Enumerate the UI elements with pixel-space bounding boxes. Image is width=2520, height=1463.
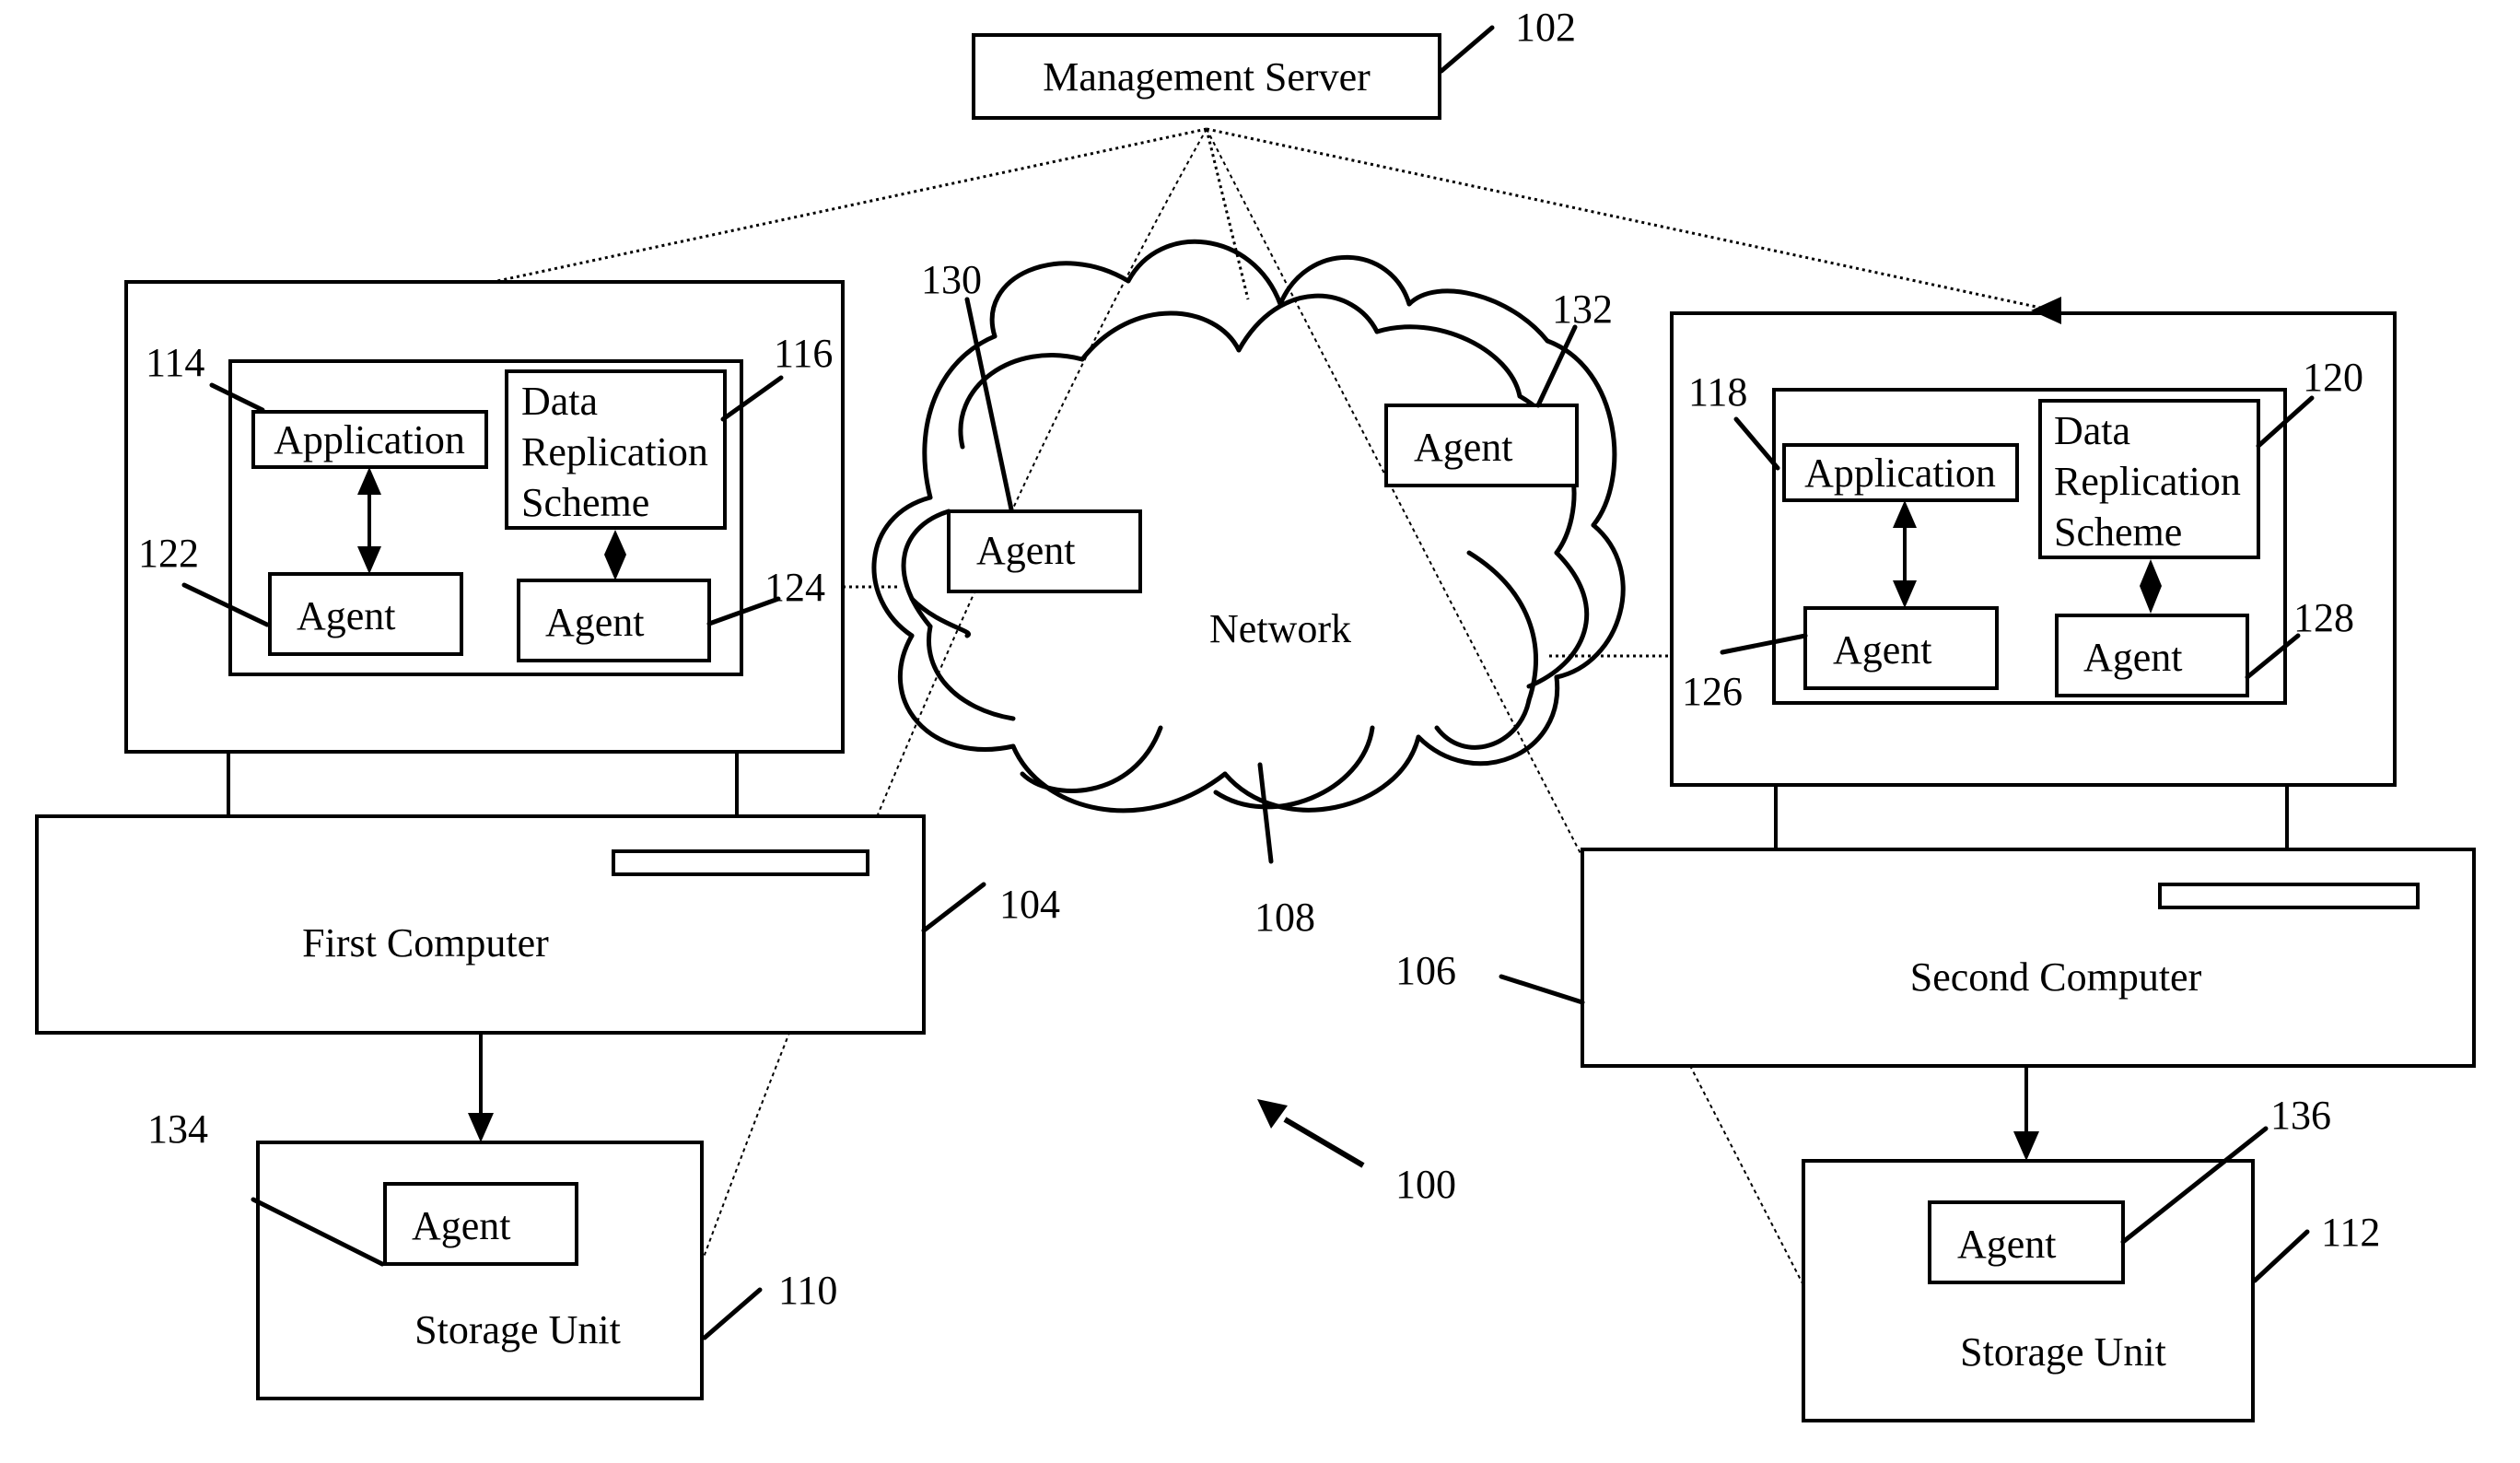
second-storage-unit[interactable]: Storage Unit: [1802, 1159, 2255, 1422]
first-storage-unit[interactable]: Storage Unit: [256, 1141, 704, 1400]
second-computer-label: Second Computer: [1910, 954, 2202, 1000]
first-app-agent[interactable]: Agent: [268, 572, 463, 656]
ref-108: 108: [1254, 895, 1315, 940]
leader-102: [1439, 25, 1495, 74]
leader-108: [1257, 762, 1274, 864]
leader-112: [2252, 1229, 2310, 1283]
leader-106: [1499, 974, 1585, 1005]
system-diagram: Management Server 102 Network 108 Agent …: [35, 5, 2476, 1422]
link-server-second-monitor: [1206, 127, 2046, 310]
ref-136: 136: [2270, 1093, 2331, 1138]
network-agent-130[interactable]: Agent: [947, 509, 1142, 593]
ref-110: 110: [778, 1268, 837, 1313]
link-server-first-monitor: [496, 127, 1208, 283]
network-label: Network: [1209, 606, 1351, 651]
second-scheme-agent[interactable]: Agent: [2055, 614, 2249, 697]
ref-132: 132: [1552, 287, 1613, 332]
second-scheme-agent-label: Agent: [2083, 635, 2183, 680]
second-application-label: Application: [1804, 451, 1996, 496]
second-app-agent-label: Agent: [1833, 627, 1932, 673]
ref-116: 116: [774, 331, 833, 376]
first-storage-agent[interactable]: Agent: [383, 1182, 578, 1266]
ref-102: 102: [1515, 5, 1576, 50]
first-scheme-line-1: Data: [521, 379, 598, 424]
leader-104: [921, 882, 986, 933]
ref-130: 130: [921, 257, 982, 302]
ref-106: 106: [1395, 948, 1456, 993]
ref-120: 120: [2303, 355, 2363, 400]
leader-110: [702, 1287, 763, 1340]
second-scheme-line-3: Scheme: [2054, 509, 2182, 555]
first-app-agent-label: Agent: [297, 593, 396, 638]
first-monitor-stand: [227, 750, 739, 818]
second-replication-scheme[interactable]: Data Replication Scheme: [2038, 399, 2260, 559]
first-scheme-agent[interactable]: Agent: [517, 579, 711, 662]
first-application[interactable]: Application: [251, 410, 488, 469]
ref-122: 122: [138, 531, 199, 576]
first-storage-label: Storage Unit: [414, 1307, 621, 1352]
ref-134: 134: [147, 1106, 208, 1152]
ref-104: 104: [999, 882, 1060, 927]
first-replication-scheme[interactable]: Data Replication Scheme: [505, 369, 727, 530]
leader-130: [964, 297, 1014, 512]
ref-124: 124: [764, 565, 825, 610]
ref-128: 128: [2293, 595, 2354, 640]
first-drive-slot: [612, 849, 869, 876]
second-app-agent[interactable]: Agent: [1803, 606, 1999, 690]
first-application-label: Application: [274, 417, 465, 462]
ref-118: 118: [1688, 369, 1747, 415]
ref-100: 100: [1395, 1162, 1456, 1207]
first-scheme-agent-label: Agent: [545, 600, 645, 645]
second-computer-to-storage-arrow: [2013, 1066, 2039, 1161]
first-storage-agent-label: Agent: [412, 1203, 511, 1248]
second-drive-slot: [2158, 883, 2420, 909]
second-application[interactable]: Application: [1782, 443, 2019, 502]
first-computer-label: First Computer: [302, 920, 549, 966]
second-monitor-stand: [1774, 783, 2289, 851]
first-scheme-line-2: Replication: [521, 429, 708, 474]
ref-114: 114: [146, 340, 204, 385]
link-server-network-a: [1205, 128, 1250, 300]
second-storage-label: Storage Unit: [1960, 1329, 2166, 1375]
network-agent-132[interactable]: Agent: [1384, 404, 1579, 487]
second-storage-agent[interactable]: Agent: [1928, 1200, 2125, 1284]
ref-126: 126: [1682, 669, 1743, 714]
first-scheme-line-3: Scheme: [521, 480, 649, 525]
network-agent-132-label: Agent: [1414, 425, 1513, 470]
first-computer-to-storage-arrow: [468, 1033, 494, 1142]
second-scheme-line-1: Data: [2054, 408, 2130, 453]
management-server-label: Management Server: [1043, 54, 1371, 99]
network-agent-130-label: Agent: [976, 528, 1076, 573]
second-storage-agent-label: Agent: [1957, 1222, 2057, 1267]
ref-112: 112: [2321, 1210, 2380, 1255]
figure-ref-arrow: [1257, 1099, 1365, 1168]
second-scheme-line-2: Replication: [2054, 459, 2241, 504]
management-server[interactable]: Management Server: [972, 33, 1441, 120]
